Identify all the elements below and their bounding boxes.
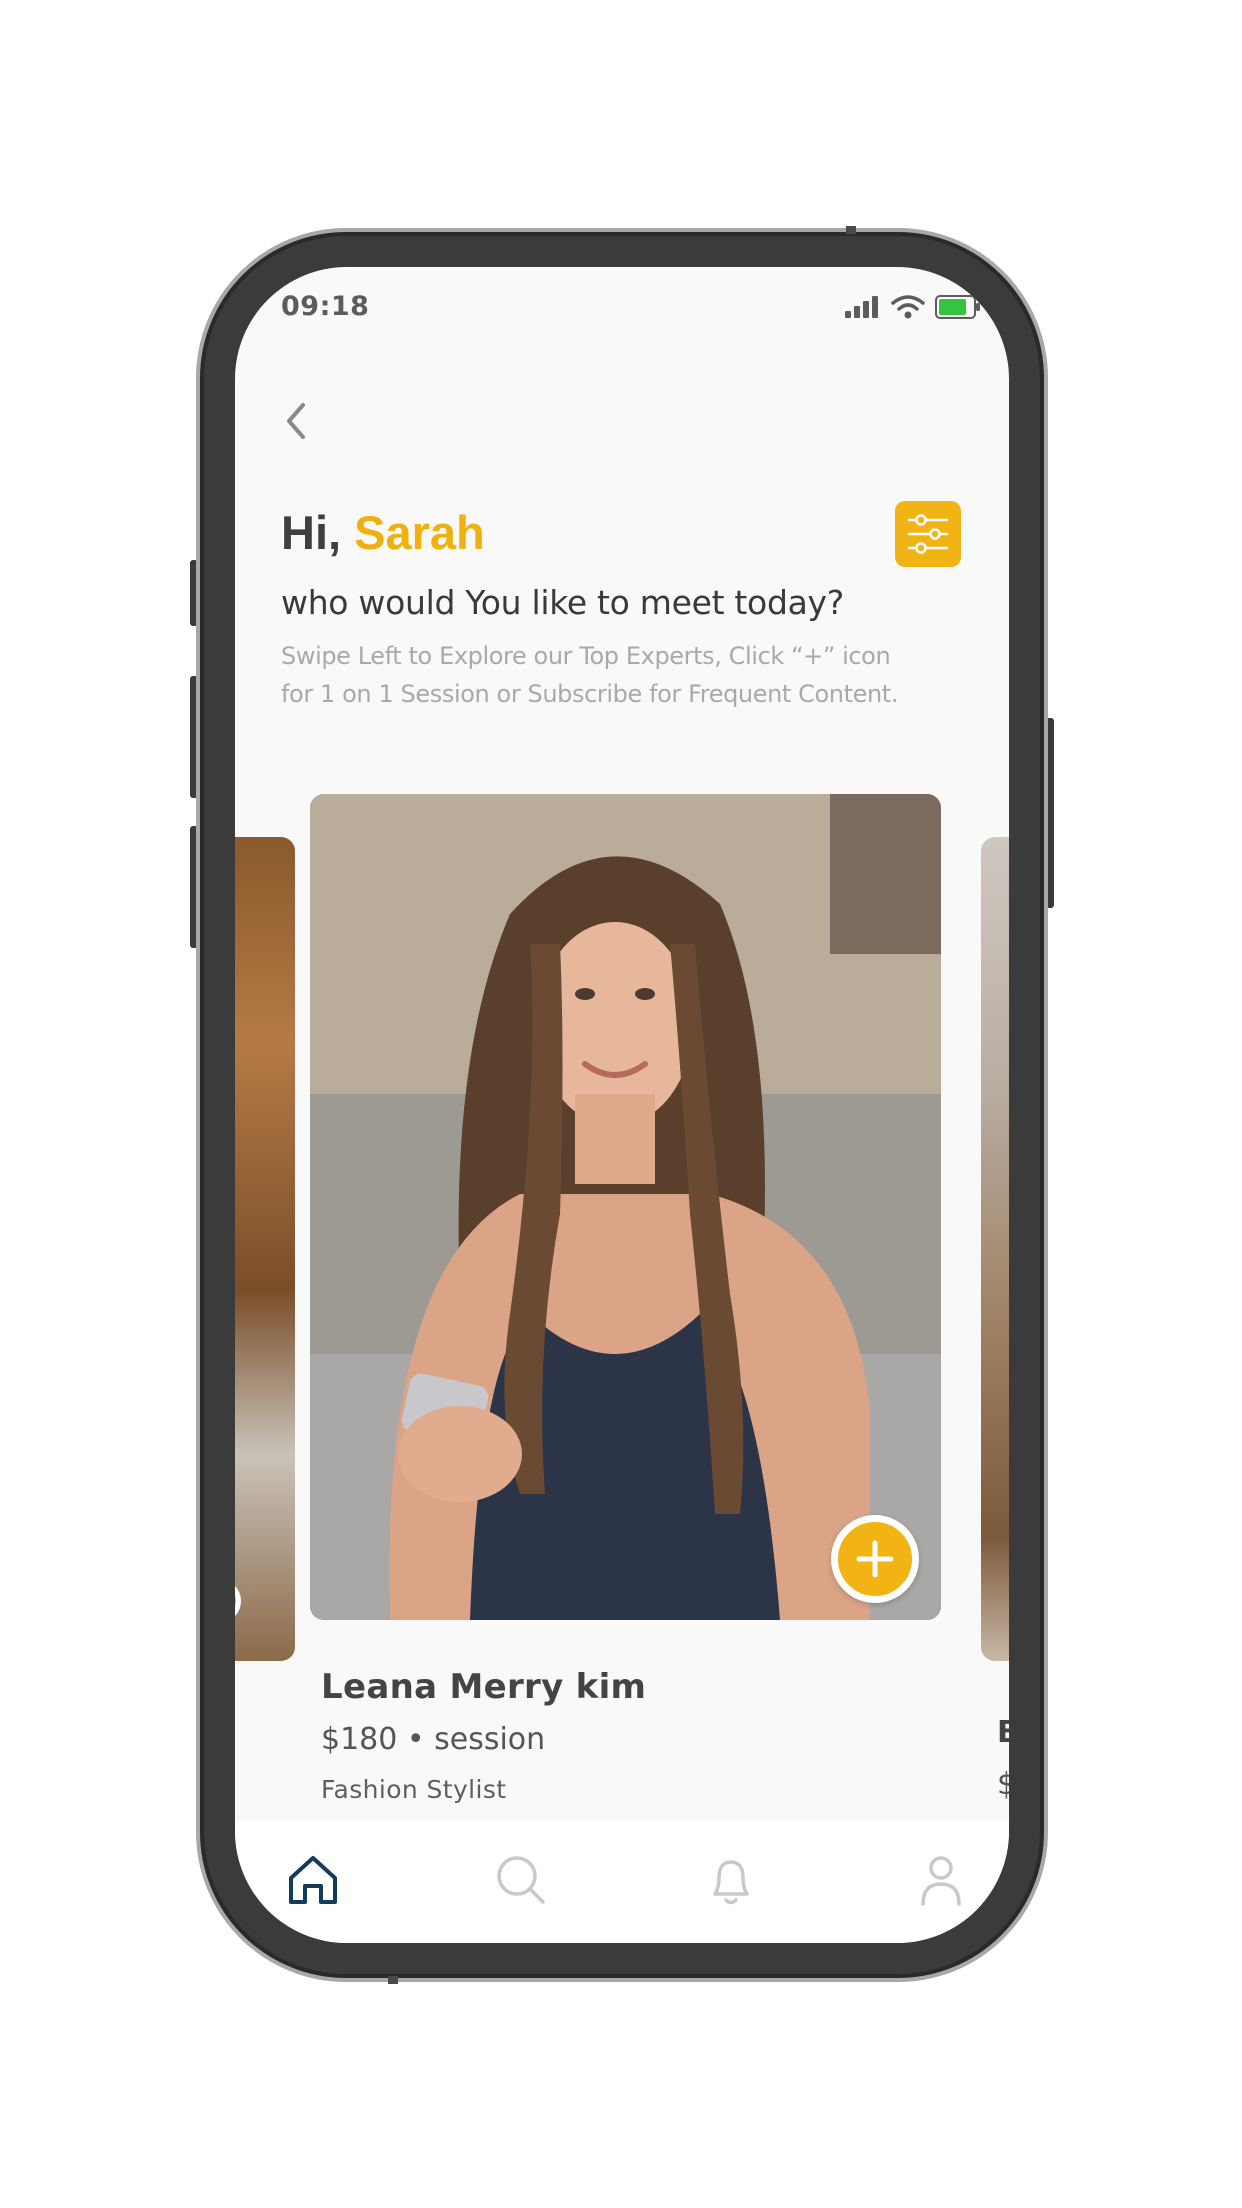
previous-expert-card[interactable] (235, 837, 295, 1661)
signal-icon (845, 296, 878, 318)
app-screen: 09:18 Hi, Sarah who would You like to me… (235, 267, 1009, 1943)
tab-profile[interactable] (911, 1850, 971, 1910)
next-expert-name: B (997, 1715, 1009, 1750)
filter-button[interactable] (895, 501, 961, 567)
greeting-title: Hi, Sarah (281, 505, 485, 560)
page-subtitle: who would You like to meet today? (281, 583, 844, 622)
instruction-text: Swipe Left to Explore our Top Experts, C… (281, 637, 981, 713)
tab-notifications[interactable] (701, 1850, 761, 1910)
tab-home[interactable] (283, 1850, 343, 1910)
home-icon (289, 1856, 337, 1904)
back-button[interactable] (279, 397, 315, 445)
next-expert-card[interactable] (981, 837, 1009, 1661)
expert-photo (310, 794, 941, 1620)
greeting-prefix: Hi, (281, 506, 355, 559)
expert-name[interactable]: Leana Merry kim (321, 1667, 646, 1707)
status-time: 09:18 (281, 291, 370, 322)
add-session-button[interactable] (831, 1515, 919, 1603)
stage: 09:18 Hi, Sarah who would You like to me… (0, 0, 1242, 2208)
instruction-line: for 1 on 1 Session or Subscribe for Freq… (281, 680, 899, 708)
battery-icon (935, 295, 980, 319)
chevron-left-icon (287, 403, 305, 439)
tab-search[interactable] (491, 1850, 551, 1910)
add-session-button[interactable] (235, 1579, 241, 1623)
sliders-icon (907, 514, 949, 554)
antenna-band (388, 1976, 398, 1984)
status-icons (845, 295, 981, 319)
plus-icon (856, 1540, 894, 1578)
user-name: Sarah (354, 506, 485, 559)
antenna-band (846, 226, 856, 234)
bottom-tab-bar (235, 1820, 1009, 1943)
expert-photo-card[interactable] (310, 794, 941, 1620)
expert-price: $180 • session (321, 1722, 546, 1757)
wifi-icon (891, 295, 925, 319)
user-icon (921, 1856, 961, 1906)
next-expert-price: $ (997, 1767, 1009, 1802)
search-icon (497, 1856, 545, 1904)
bell-icon (713, 1860, 749, 1905)
instruction-line: Swipe Left to Explore our Top Experts, C… (281, 642, 891, 670)
expert-role: Fashion Stylist (321, 1775, 507, 1804)
